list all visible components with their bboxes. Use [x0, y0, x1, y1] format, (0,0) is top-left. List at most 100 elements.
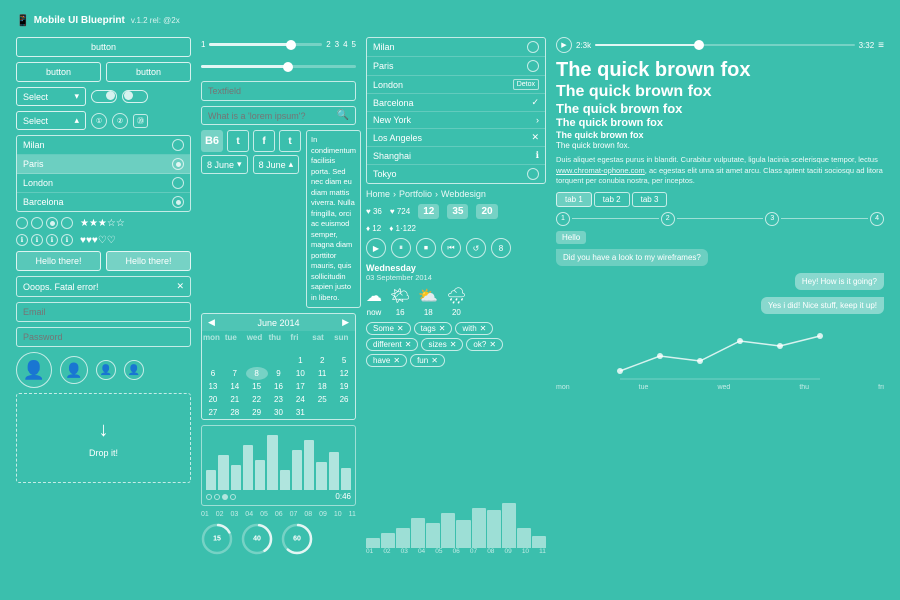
datepicker-2[interactable]: 8 June ▴	[253, 155, 300, 174]
step-line-3	[781, 218, 868, 219]
button-right[interactable]: button	[106, 62, 191, 82]
tab-1[interactable]: tab 1	[556, 192, 592, 207]
step-line-2	[677, 218, 764, 219]
step-2[interactable]: 2	[661, 212, 675, 226]
alert-text: Ooops. Fatal error!	[23, 282, 99, 292]
stop-btn[interactable]: ⏹	[416, 238, 436, 258]
next-month-icon[interactable]: ▶	[342, 317, 349, 328]
list-item-barcelona[interactable]: Barcelona	[17, 193, 190, 211]
volume-btn[interactable]: 8	[491, 238, 511, 258]
prev-month-icon[interactable]: ◀	[208, 317, 215, 328]
list-item-london[interactable]: London	[17, 174, 190, 193]
info-icon-1[interactable]: ℹ	[16, 234, 28, 246]
textfield-input[interactable]	[201, 81, 356, 101]
slider-2[interactable]	[201, 59, 356, 74]
text-list-milan[interactable]: Milan	[367, 38, 545, 57]
list-item-paris[interactable]: Paris	[17, 155, 190, 174]
radio-2[interactable]	[31, 217, 43, 229]
hello-button-1[interactable]: Hello there!	[16, 251, 101, 271]
tag-have[interactable]: have✕	[366, 354, 407, 367]
tag-close[interactable]: ✕	[397, 324, 404, 333]
button-left[interactable]: button	[16, 62, 101, 82]
list-item-milan[interactable]: Milan	[17, 136, 190, 155]
step-1[interactable]: 1	[556, 212, 570, 226]
bubble-left-1: Did you have a look to my wireframes?	[556, 249, 708, 266]
bar-chart	[206, 430, 351, 490]
drop-zone[interactable]: ↓ Drop it!	[16, 393, 191, 483]
info-icon-2[interactable]: ℹ	[31, 234, 43, 246]
info-icon-3[interactable]: ℹ	[46, 234, 58, 246]
bubble-right-2: Yes i did! Nice stuff, keep it up!	[761, 297, 884, 314]
radio-paris[interactable]	[172, 158, 184, 170]
toggle-2[interactable]	[122, 90, 148, 103]
text-list-london[interactable]: London Detox	[367, 76, 545, 94]
toggle-1[interactable]	[91, 90, 117, 103]
fox-line-3: The quick brown fox	[556, 101, 884, 117]
tag-close[interactable]: ✕	[431, 356, 438, 365]
password-field[interactable]	[16, 327, 191, 347]
radio-1[interactable]	[16, 217, 28, 229]
tags-container: Some✕ tags✕ with✕ different✕ sizes✕ ok?✕…	[366, 322, 546, 367]
radio-4[interactable]	[61, 217, 73, 229]
search-input[interactable]	[208, 111, 333, 121]
tag-some[interactable]: Some✕	[366, 322, 411, 335]
tab-2[interactable]: tab 2	[594, 192, 630, 207]
bar-1	[206, 470, 216, 490]
tumblr-icon[interactable]: t	[279, 130, 301, 152]
text-list-paris[interactable]: Paris	[367, 57, 545, 76]
tag-with[interactable]: with✕	[455, 322, 493, 335]
tag-sizes[interactable]: sizes✕	[421, 338, 463, 351]
twitter-icon[interactable]: t	[227, 130, 249, 152]
audio-track[interactable]	[595, 44, 854, 46]
prev-btn[interactable]: ⏮	[441, 238, 461, 258]
facebook-icon[interactable]: f	[253, 130, 275, 152]
alert-close-icon[interactable]: ✕	[176, 281, 184, 292]
select-dropdown-2[interactable]: Select ▴	[16, 111, 86, 130]
audio-play-btn[interactable]: ▶	[556, 37, 572, 53]
calendar-grid: mon tue wed thu fri sat sun 1 2 5 6 7	[202, 331, 355, 419]
tag-tags[interactable]: tags✕	[414, 322, 453, 335]
radio-3[interactable]	[46, 217, 58, 229]
tag-different[interactable]: different✕	[366, 338, 418, 351]
radio-barcelona[interactable]	[172, 196, 184, 208]
step-3[interactable]: 3	[765, 212, 779, 226]
audio-list-icon[interactable]: ≡	[878, 40, 884, 51]
tab-3[interactable]: tab 3	[632, 192, 668, 207]
repeat-btn[interactable]: ↺	[466, 238, 486, 258]
play-btn[interactable]: ▶	[366, 238, 386, 258]
tag-close[interactable]: ✕	[480, 324, 487, 333]
detox-btn[interactable]: Detox	[513, 79, 539, 90]
fox-line-2: The quick brown fox	[556, 82, 884, 101]
datepicker-1[interactable]: 8 June ▾	[201, 155, 248, 174]
tag-close[interactable]: ✕	[393, 356, 400, 365]
text-list-losangeles[interactable]: Los Angeles ✕	[367, 129, 545, 147]
tag-close[interactable]: ✕	[439, 324, 446, 333]
email-field[interactable]	[16, 302, 191, 322]
text-list-tokyo[interactable]: Tokyo	[367, 165, 545, 183]
tag-close[interactable]: ✕	[450, 340, 457, 349]
tag-fun[interactable]: fun✕	[410, 354, 445, 367]
text-list-newyork[interactable]: New York ›	[367, 112, 545, 129]
info-icon-4[interactable]: ℹ	[61, 234, 73, 246]
b6-badge[interactable]: B6	[201, 130, 223, 152]
select-dropdown-1[interactable]: Select ▾	[16, 87, 86, 106]
rain-icon: 🌧	[446, 286, 466, 306]
radio-milan[interactable]	[172, 139, 184, 151]
tag-close[interactable]: ✕	[405, 340, 412, 349]
para-link[interactable]: www.chromat-ophone.com	[556, 166, 645, 175]
calendar-today[interactable]: 8	[246, 367, 268, 380]
search-icon[interactable]: 🔍	[337, 110, 349, 121]
step-4[interactable]: 4	[870, 212, 884, 226]
text-list-barcelona[interactable]: Barcelona ✓	[367, 94, 545, 112]
tag-close[interactable]: ✕	[489, 340, 496, 349]
audio-thumb[interactable]	[694, 40, 704, 50]
stats-row-2: ♦ 12 ♦ 1·122	[366, 224, 546, 233]
pause-btn[interactable]: ⏸	[391, 238, 411, 258]
radio-london[interactable]	[172, 177, 184, 189]
main-button[interactable]: button	[16, 37, 191, 57]
bar-5	[255, 460, 265, 490]
hello-button-2[interactable]: Hello there!	[106, 251, 191, 271]
tag-ok[interactable]: ok?✕	[466, 338, 503, 351]
audio-time-start: 2:3k	[576, 41, 591, 50]
text-list-shanghai[interactable]: Shanghai ℹ	[367, 147, 545, 165]
